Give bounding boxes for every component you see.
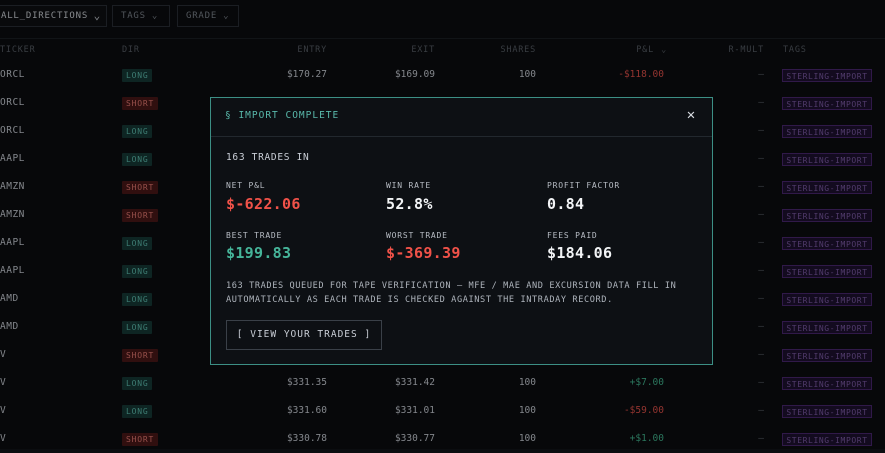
stat-profit-factor-value: 0.84 [547,195,585,213]
stat-net-pnl-label: NET P&L [226,181,266,190]
stat-win-rate-value: 52.8% [386,195,433,213]
dialog-header: § IMPORT COMPLETE ✕ [211,98,712,137]
import-complete-dialog: § IMPORT COMPLETE ✕ 163 TRADES IN NET P&… [210,97,713,365]
stat-profit-factor-label: PROFIT FACTOR [547,181,621,190]
verification-note: 163 TRADES QUEUED FOR TAPE VERIFICATION … [226,281,677,305]
stat-fees-paid-value: $184.06 [547,244,613,262]
trades-imported-count: 163 TRADES IN [226,152,310,163]
stat-win-rate-label: WIN RATE [386,181,431,190]
close-icon[interactable]: ✕ [683,107,699,123]
view-your-trades-button[interactable]: [ VIEW YOUR TRADES ] [226,320,382,350]
stat-net-pnl-value: $-622.06 [226,195,301,213]
stat-worst-trade-value: $-369.39 [386,244,461,262]
dialog-title: § IMPORT COMPLETE [225,110,340,121]
stat-best-trade-value: $199.83 [226,244,292,262]
stat-worst-trade-label: WORST TRADE [386,231,448,240]
stat-best-trade-label: BEST TRADE [226,231,283,240]
stat-fees-paid-label: FEES PAID [547,231,598,240]
